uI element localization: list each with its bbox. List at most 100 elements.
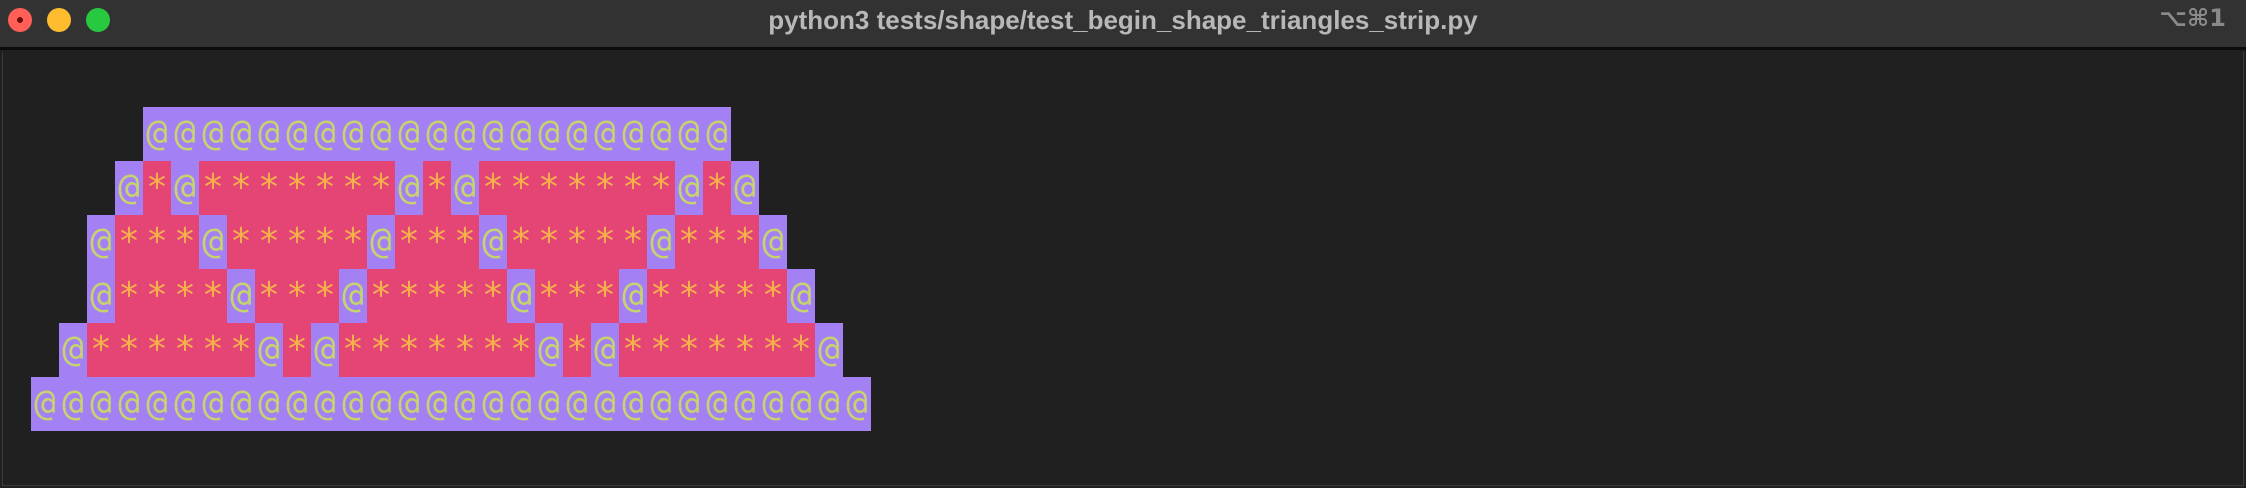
at-cell: @ <box>619 107 647 161</box>
at-cell: @ <box>647 107 675 161</box>
star-cell: * <box>423 161 451 215</box>
at-cell: @ <box>787 377 815 431</box>
star-cell: * <box>563 161 591 215</box>
star-cell: * <box>619 323 647 377</box>
star-cell: * <box>199 161 227 215</box>
star-cell: * <box>535 215 563 269</box>
star-cell: * <box>731 215 759 269</box>
star-cell: * <box>703 269 731 323</box>
at-cell: @ <box>815 377 843 431</box>
star-cell: * <box>619 161 647 215</box>
star-cell: * <box>647 323 675 377</box>
star-cell: * <box>759 323 787 377</box>
title-bar[interactable]: python3 tests/shape/test_begin_shape_tri… <box>0 0 2246 50</box>
at-cell: @ <box>59 377 87 431</box>
star-cell: * <box>283 269 311 323</box>
star-cell: * <box>451 215 479 269</box>
at-cell: @ <box>507 107 535 161</box>
star-cell: * <box>479 269 507 323</box>
star-cell: * <box>255 215 283 269</box>
at-cell: @ <box>759 215 787 269</box>
star-cell: * <box>311 215 339 269</box>
star-cell: * <box>143 215 171 269</box>
star-cell: * <box>675 269 703 323</box>
at-cell: @ <box>423 377 451 431</box>
at-cell: @ <box>339 269 367 323</box>
at-cell: @ <box>339 107 367 161</box>
at-cell: @ <box>87 269 115 323</box>
at-cell: @ <box>255 323 283 377</box>
star-cell: * <box>731 269 759 323</box>
star-cell: * <box>591 161 619 215</box>
at-cell: @ <box>395 161 423 215</box>
star-cell: * <box>339 323 367 377</box>
star-cell: * <box>619 215 647 269</box>
at-cell: @ <box>395 107 423 161</box>
star-cell: * <box>199 323 227 377</box>
at-cell: @ <box>619 269 647 323</box>
star-cell: * <box>507 161 535 215</box>
star-cell: * <box>171 269 199 323</box>
star-cell: * <box>255 269 283 323</box>
at-cell: @ <box>647 215 675 269</box>
star-cell: * <box>283 161 311 215</box>
terminal-line: @ @ @ @ @ @ @ @ @ @ @ @ @ @ @ @ @ @ @ @ @ <box>3 107 731 161</box>
star-cell: * <box>759 269 787 323</box>
star-cell: * <box>535 161 563 215</box>
star-cell: * <box>339 161 367 215</box>
at-cell: @ <box>619 377 647 431</box>
at-cell: @ <box>675 377 703 431</box>
at-cell: @ <box>535 323 563 377</box>
terminal-line: @ * @ * * * * * * * @ * @ * * * * * * * @ * @ <box>3 161 759 215</box>
star-cell: * <box>339 215 367 269</box>
star-cell: * <box>591 269 619 323</box>
terminal-window: python3 tests/shape/test_begin_shape_tri… <box>0 0 2246 488</box>
at-cell: @ <box>367 107 395 161</box>
star-cell: * <box>311 161 339 215</box>
at-cell: @ <box>31 377 59 431</box>
at-cell: @ <box>395 377 423 431</box>
star-cell: * <box>87 323 115 377</box>
at-cell: @ <box>311 107 339 161</box>
star-cell: * <box>591 215 619 269</box>
at-cell: @ <box>339 377 367 431</box>
at-cell: @ <box>227 269 255 323</box>
at-cell: @ <box>199 107 227 161</box>
at-cell: @ <box>283 377 311 431</box>
at-cell: @ <box>143 107 171 161</box>
star-cell: * <box>199 269 227 323</box>
at-cell: @ <box>731 377 759 431</box>
at-cell: @ <box>507 269 535 323</box>
terminal-output[interactable]: @ @ @ @ @ @ @ @ @ @ @ @ @ @ @ @ @ @ @ @ @ @ * @ * * * * * * * @ * @ * * * * * *… <box>2 52 2244 486</box>
star-cell: * <box>451 269 479 323</box>
star-cell: * <box>507 323 535 377</box>
at-cell: @ <box>507 377 535 431</box>
at-cell: @ <box>59 323 87 377</box>
at-cell: @ <box>591 107 619 161</box>
at-cell: @ <box>535 377 563 431</box>
star-cell: * <box>115 215 143 269</box>
star-cell: * <box>115 323 143 377</box>
at-cell: @ <box>815 323 843 377</box>
star-cell: * <box>703 161 731 215</box>
star-cell: * <box>787 323 815 377</box>
star-cell: * <box>675 323 703 377</box>
star-cell: * <box>703 323 731 377</box>
star-cell: * <box>563 215 591 269</box>
at-cell: @ <box>479 107 507 161</box>
at-cell: @ <box>591 377 619 431</box>
star-cell: * <box>395 269 423 323</box>
star-cell: * <box>143 161 171 215</box>
star-cell: * <box>395 215 423 269</box>
at-cell: @ <box>283 107 311 161</box>
terminal-line: @ * * * * * * @ * @ * * * * * * * @ * @ * * * * * * * @ <box>3 323 843 377</box>
star-cell: * <box>311 269 339 323</box>
star-cell: * <box>423 323 451 377</box>
at-cell: @ <box>451 161 479 215</box>
star-cell: * <box>227 215 255 269</box>
at-cell: @ <box>843 377 871 431</box>
star-cell: * <box>451 323 479 377</box>
star-cell: * <box>115 269 143 323</box>
star-cell: * <box>479 161 507 215</box>
at-cell: @ <box>591 323 619 377</box>
